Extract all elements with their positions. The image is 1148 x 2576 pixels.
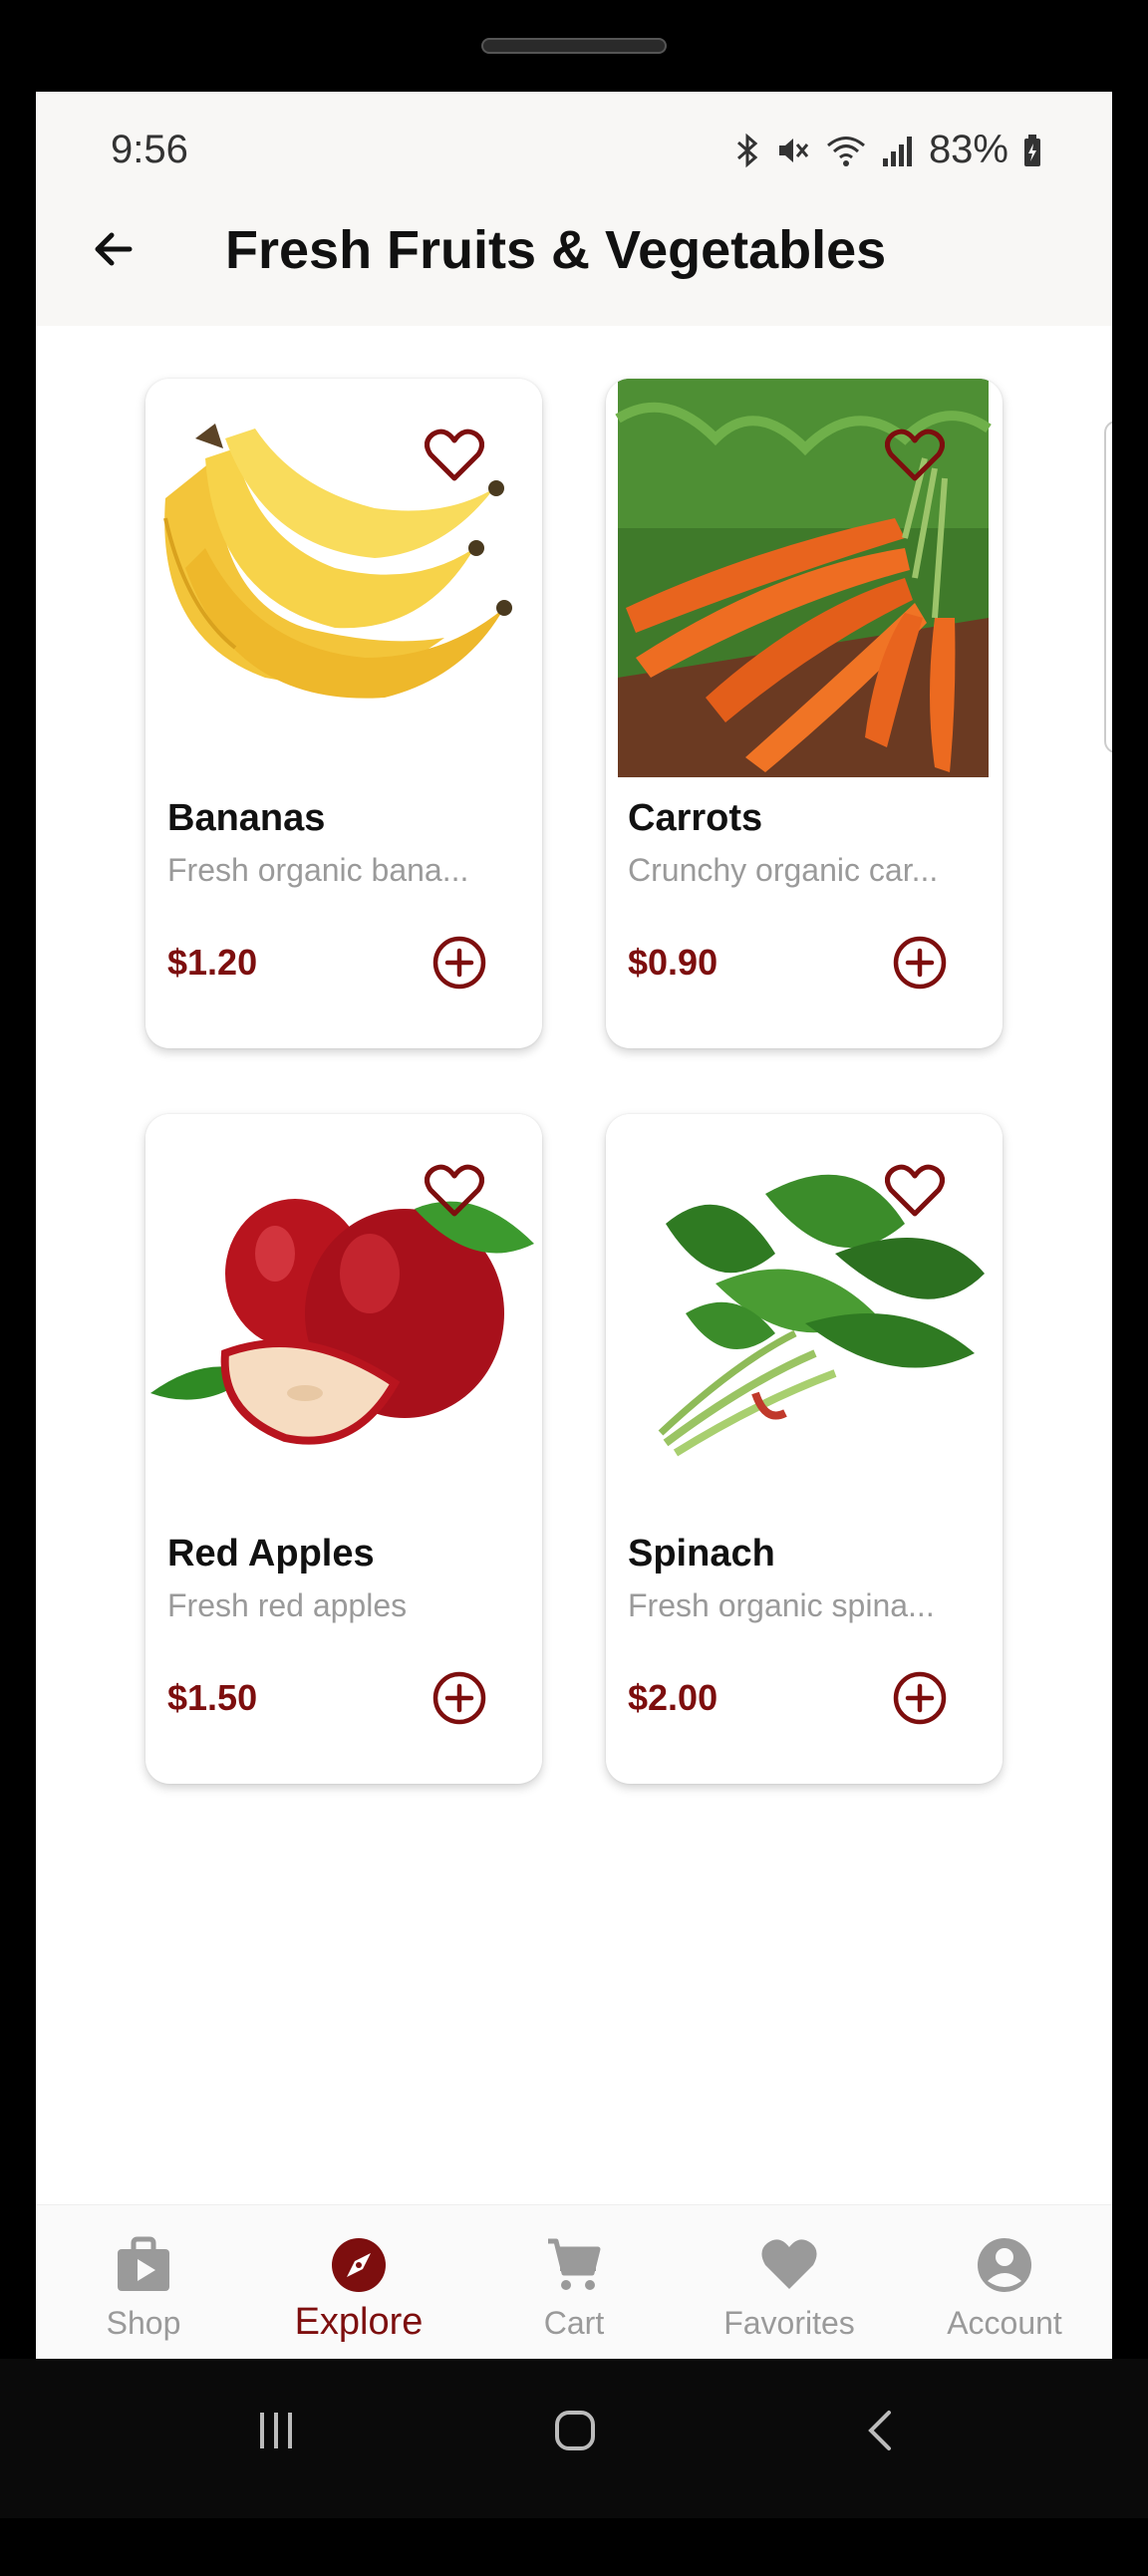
favorite-icon[interactable] bbox=[885, 1164, 945, 1218]
add-to-cart-icon[interactable] bbox=[892, 935, 948, 991]
nav-item-cart[interactable]: Cart bbox=[466, 2205, 682, 2359]
mute-icon bbox=[778, 138, 809, 162]
product-name: Spinach bbox=[628, 1533, 775, 1574]
favorite-icon[interactable] bbox=[425, 429, 484, 482]
add-to-cart-icon[interactable] bbox=[431, 935, 487, 991]
nav-label: Shop bbox=[106, 2305, 181, 2341]
nav-label: Account bbox=[947, 2305, 1062, 2341]
nav-label: Favorites bbox=[723, 2305, 855, 2341]
status-time: 9:56 bbox=[111, 128, 188, 171]
nav-label: Explore bbox=[294, 2301, 424, 2343]
product-description: Crunchy organic car... bbox=[628, 852, 939, 888]
scroll-indicator bbox=[1104, 421, 1112, 753]
back-arrow-icon bbox=[95, 232, 133, 266]
product-price: $2.00 bbox=[628, 1677, 718, 1718]
product-description: Fresh red apples bbox=[167, 1587, 408, 1623]
nav-label: Cart bbox=[543, 2305, 605, 2341]
product-price: $0.90 bbox=[628, 942, 718, 983]
app-screen: 9:56 83% Fresh Fruits & Vegetables Banan… bbox=[36, 92, 1112, 2359]
product-card-bananas[interactable]: Bananas Fresh organic bana... $1.20 bbox=[145, 379, 542, 1048]
heart-icon bbox=[761, 2239, 817, 2289]
back-button[interactable] bbox=[84, 219, 144, 279]
home-icon[interactable] bbox=[553, 2409, 597, 2452]
add-to-cart-icon[interactable] bbox=[431, 1670, 487, 1726]
product-name: Bananas bbox=[167, 797, 326, 839]
account-icon bbox=[978, 2238, 1031, 2292]
add-to-cart-icon[interactable] bbox=[892, 1670, 948, 1726]
cart-icon bbox=[548, 2238, 601, 2290]
product-price: $1.50 bbox=[167, 1677, 258, 1718]
phone-speaker bbox=[481, 38, 667, 54]
top-bar: 9:56 83% Fresh Fruits & Vegetables bbox=[36, 92, 1112, 326]
bluetooth-icon bbox=[736, 133, 758, 167]
compass-icon bbox=[332, 2238, 386, 2292]
product-name: Red Apples bbox=[167, 1533, 375, 1574]
product-card-spinach[interactable]: Spinach Fresh organic spina... $2.00 bbox=[606, 1114, 1003, 1784]
page-title: Fresh Fruits & Vegetables bbox=[225, 220, 887, 280]
shop-bag-icon bbox=[118, 2236, 169, 2291]
product-description: Fresh organic bana... bbox=[167, 852, 469, 888]
battery-percent: 83% bbox=[928, 128, 1008, 171]
signal-icon bbox=[882, 136, 912, 166]
wifi-icon bbox=[826, 136, 865, 166]
nav-item-explore[interactable]: Explore bbox=[251, 2205, 466, 2359]
recent-apps-icon[interactable] bbox=[254, 2409, 298, 2452]
product-card-carrots[interactable]: Carrots Crunchy organic car... $0.90 bbox=[606, 379, 1003, 1048]
system-back-icon[interactable] bbox=[859, 2409, 903, 2452]
favorite-icon[interactable] bbox=[885, 429, 945, 482]
system-navigation-bar bbox=[0, 2359, 1148, 2518]
favorite-icon[interactable] bbox=[425, 1164, 484, 1218]
product-card-red-apples[interactable]: Red Apples Fresh red apples $1.50 bbox=[145, 1114, 542, 1784]
bottom-nav: Shop Explore Cart Favorites Account bbox=[36, 2204, 1112, 2359]
nav-item-account[interactable]: Account bbox=[897, 2205, 1112, 2359]
status-icons: 83% bbox=[733, 128, 1042, 172]
product-description: Fresh organic spina... bbox=[628, 1587, 935, 1623]
nav-item-favorites[interactable]: Favorites bbox=[682, 2205, 897, 2359]
product-name: Carrots bbox=[628, 797, 763, 839]
nav-item-shop[interactable]: Shop bbox=[36, 2205, 251, 2359]
product-price: $1.20 bbox=[167, 942, 258, 983]
battery-icon bbox=[1024, 134, 1040, 166]
